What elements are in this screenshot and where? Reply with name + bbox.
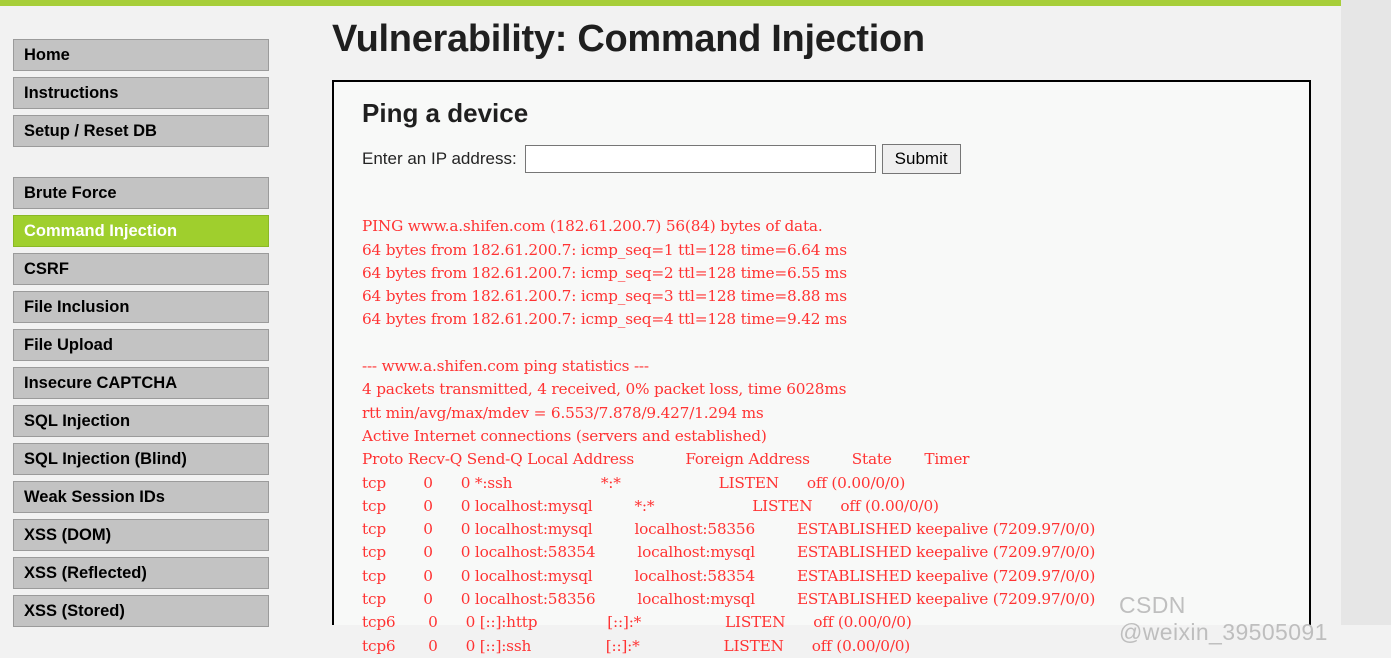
output-line: rtt min/avg/max/mdev = 6.553/7.878/9.427… — [362, 403, 764, 422]
output-line: 64 bytes from 182.61.200.7: icmp_seq=3 t… — [362, 287, 847, 306]
sidebar-item-xss-reflected[interactable]: XSS (Reflected) — [13, 557, 269, 589]
sidebar-item-xss-stored[interactable]: XSS (Stored) — [13, 595, 269, 627]
sidebar-item-label: File Inclusion — [24, 298, 130, 316]
output-line: 64 bytes from 182.61.200.7: icmp_seq=2 t… — [362, 263, 847, 282]
sidebar-item-label: SQL Injection — [24, 412, 131, 430]
sidebar-item-label: File Upload — [24, 336, 113, 354]
vulnerability-panel: Ping a device Enter an IP address: Submi… — [332, 80, 1311, 655]
sidebar-item-sql-injection[interactable]: SQL Injection — [13, 405, 269, 437]
sidebar-item-label: SQL Injection (Blind) — [24, 450, 187, 468]
sidebar-item-home[interactable]: Home — [13, 39, 269, 71]
output-line: PING www.a.shifen.com (182.61.200.7) 56(… — [362, 217, 823, 236]
command-output: PING www.a.shifen.com (182.61.200.7) 56(… — [362, 215, 1391, 658]
output-line: Proto Recv-Q Send-Q Local Address Foreig… — [362, 450, 970, 469]
sidebar-item-label: CSRF — [24, 260, 69, 278]
sidebar-item-label: Weak Session IDs — [24, 488, 165, 506]
sidebar-item-weak-session-ids[interactable]: Weak Session IDs — [13, 481, 269, 513]
output-line: 4 packets transmitted, 4 received, 0% pa… — [362, 380, 847, 399]
output-line: tcp6 0 0 [::]:ssh [::]:* LISTEN off (0.0… — [362, 636, 911, 655]
output-line: tcp 0 0 localhost:mysql *:* LISTEN off (… — [362, 496, 939, 515]
page-title: Vulnerability: Command Injection — [332, 18, 925, 60]
sidebar-item-label: XSS (Stored) — [24, 602, 125, 620]
output-line: 64 bytes from 182.61.200.7: icmp_seq=1 t… — [362, 240, 847, 259]
output-line: tcp 0 0 localhost:58354 localhost:mysql … — [362, 543, 1096, 562]
ip-address-label: Enter an IP address: — [362, 149, 517, 168]
sidebar-item-label: Instructions — [24, 84, 119, 102]
sidebar-item-label: XSS (DOM) — [24, 526, 112, 544]
sidebar-item-label: XSS (Reflected) — [24, 564, 147, 582]
sidebar-item-label: Brute Force — [24, 184, 117, 202]
sidebar-navigation: Home Instructions Setup / Reset DB Brute Fo… — [13, 39, 269, 633]
sidebar-item-file-inclusion[interactable]: File Inclusion — [13, 291, 269, 323]
sidebar-item-instructions[interactable]: Instructions — [13, 77, 269, 109]
output-line: tcp 0 0 localhost:58356 localhost:mysql … — [362, 590, 1096, 609]
sidebar-item-insecure-captcha[interactable]: Insecure CAPTCHA — [13, 367, 269, 399]
output-line: tcp 0 0 localhost:mysql localhost:58356 … — [362, 520, 1096, 539]
submit-button[interactable]: Submit — [881, 144, 961, 174]
output-line: --- www.a.shifen.com ping statistics --- — [362, 357, 649, 376]
sidebar-item-command-injection[interactable]: Command Injection — [13, 215, 269, 247]
sidebar-item-csrf[interactable]: CSRF — [13, 253, 269, 285]
output-line: tcp 0 0 *:ssh *:* LISTEN off (0.00/0/0) — [362, 473, 906, 492]
ip-address-input[interactable] — [524, 145, 876, 173]
sidebar-item-sql-injection-blind[interactable]: SQL Injection (Blind) — [13, 443, 269, 475]
sidebar-item-file-upload[interactable]: File Upload — [13, 329, 269, 361]
main-content: Vulnerability: Command Injection Ping a … — [332, 0, 1312, 655]
sidebar-item-setup-reset-db[interactable]: Setup / Reset DB — [13, 115, 269, 147]
section-title: Ping a device — [362, 98, 529, 128]
sidebar-item-label: Command Injection — [24, 222, 178, 240]
output-line: Active Internet connections (servers and… — [362, 426, 767, 445]
ping-form: Enter an IP address: Submit — [362, 144, 961, 174]
output-line: 64 bytes from 182.61.200.7: icmp_seq=4 t… — [362, 310, 847, 329]
sidebar-item-brute-force[interactable]: Brute Force — [13, 177, 269, 209]
output-line: tcp 0 0 localhost:mysql localhost:58354 … — [362, 566, 1096, 585]
output-line: tcp6 0 0 [::]:http [::]:* LISTEN off (0.… — [362, 613, 912, 632]
sidebar-item-label: Home — [24, 46, 70, 64]
sidebar-item-xss-dom[interactable]: XSS (DOM) — [13, 519, 269, 551]
sidebar-group-separator — [13, 153, 269, 177]
sidebar-item-label: Insecure CAPTCHA — [24, 374, 178, 392]
sidebar-item-label: Setup / Reset DB — [24, 122, 157, 140]
